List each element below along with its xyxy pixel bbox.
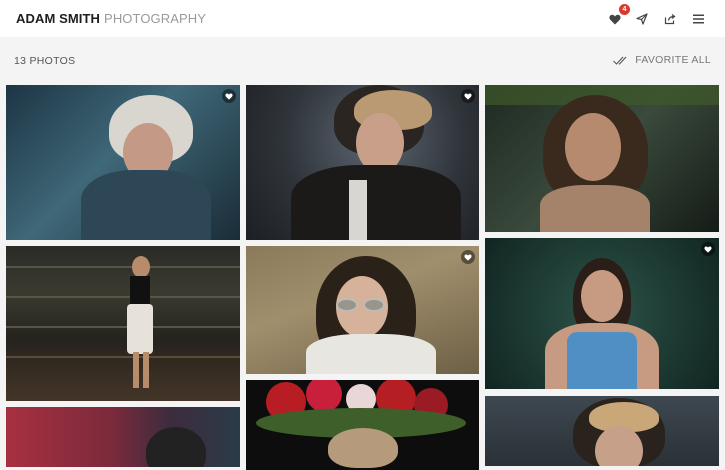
gallery-photo[interactable] [246, 380, 479, 470]
favorites-count-badge: 4 [619, 4, 630, 15]
menu-button[interactable] [688, 9, 708, 29]
favorite-toggle[interactable] [461, 250, 475, 264]
send-icon [636, 13, 648, 25]
brand-name: ADAM SMITH [16, 11, 101, 26]
top-bar: ADAM SMITH PHOTOGRAPHY 4 [0, 0, 725, 37]
photo-count: 13 PHOTOS [14, 55, 76, 67]
gallery-photo[interactable] [485, 85, 719, 232]
gallery-photo[interactable] [246, 85, 479, 240]
heart-icon [609, 14, 621, 24]
favorite-toggle[interactable] [461, 89, 475, 103]
heart-icon [225, 92, 233, 100]
gallery-photo[interactable] [6, 85, 240, 240]
heart-icon [704, 245, 712, 253]
favorite-toggle[interactable] [701, 242, 715, 256]
favorites-button[interactable]: 4 [605, 4, 630, 29]
favorite-toggle[interactable] [222, 89, 236, 103]
share-button[interactable] [660, 9, 680, 29]
share-icon [664, 14, 676, 25]
gallery-photo[interactable] [6, 246, 240, 401]
gallery-toolbar: 13 PHOTOS FAVORITE ALL [0, 37, 725, 84]
gallery-photo[interactable] [246, 246, 479, 374]
double-check-icon [613, 56, 627, 65]
gallery-photo[interactable] [485, 396, 719, 466]
heart-icon [464, 92, 472, 100]
menu-icon [692, 14, 704, 24]
send-button[interactable] [632, 9, 652, 29]
gallery-photo[interactable] [485, 238, 719, 389]
heart-icon [464, 253, 472, 261]
brand-tagline: PHOTOGRAPHY [104, 11, 207, 26]
favorite-all-label: FAVORITE ALL [635, 54, 711, 66]
gallery-photo[interactable] [6, 407, 240, 467]
favorite-all-button[interactable]: FAVORITE ALL [613, 54, 711, 66]
brand-logo[interactable]: ADAM SMITH PHOTOGRAPHY [16, 11, 206, 26]
